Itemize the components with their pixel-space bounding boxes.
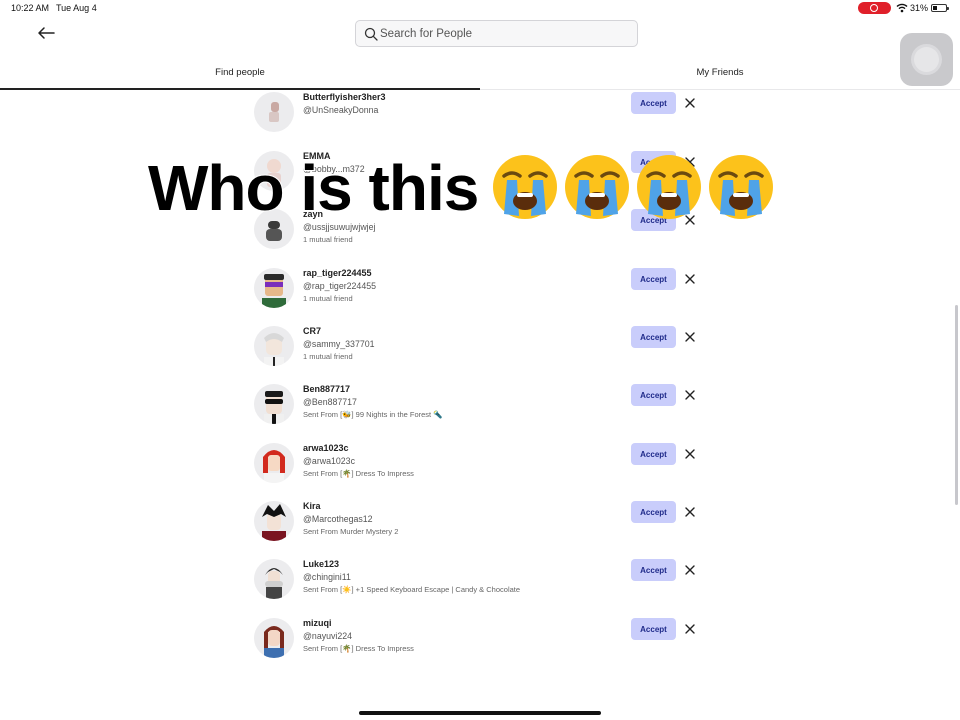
request-source: Sent From [🌴] Dress To Impress: [303, 469, 414, 478]
user-handle: @sammy_337701: [303, 339, 375, 349]
search-bar[interactable]: [355, 20, 638, 47]
loudly-crying-face-icon: [709, 155, 773, 219]
decline-button[interactable]: [681, 270, 699, 288]
user-display-name[interactable]: Luke123: [303, 559, 339, 569]
user-display-name[interactable]: Butterflyisher3her3: [303, 92, 386, 102]
avatar[interactable]: [254, 618, 294, 658]
accept-button[interactable]: Accept: [631, 384, 676, 406]
close-icon: [685, 274, 695, 284]
list-item: arwa1023c @arwa1023c Sent From [🌴] Dress…: [254, 443, 704, 487]
decline-button[interactable]: [681, 386, 699, 404]
tab-my-friends[interactable]: My Friends: [480, 62, 960, 90]
close-icon: [685, 565, 695, 575]
close-icon: [685, 624, 695, 634]
accept-button[interactable]: Accept: [631, 501, 676, 523]
user-display-name[interactable]: arwa1023c: [303, 443, 349, 453]
status-date: Tue Aug 4: [56, 3, 97, 13]
battery-icon: [931, 4, 949, 12]
status-bar: 10:22 AM Tue Aug 4 31%: [0, 0, 960, 16]
search-input[interactable]: [380, 21, 632, 46]
close-icon: [685, 390, 695, 400]
list-item: Ben887717 @Ben887717 Sent From [🐝] 99 Ni…: [254, 384, 704, 428]
battery-percent: 31%: [910, 3, 929, 13]
tab-find-people[interactable]: Find people: [0, 62, 480, 90]
request-source: 1 mutual friend: [303, 235, 353, 244]
request-source: 1 mutual friend: [303, 352, 353, 361]
user-display-name[interactable]: Kira: [303, 501, 321, 511]
user-handle: @rap_tiger224455: [303, 281, 377, 291]
overlay-caption-text: Who is this: [147, 152, 480, 224]
crying-emoji-row: [490, 152, 778, 222]
loudly-crying-face-icon: [493, 155, 557, 219]
list-item: rap_tiger224455 @rap_tiger224455 1 mutua…: [254, 268, 704, 312]
accept-button[interactable]: Accept: [631, 443, 676, 465]
accept-button[interactable]: Accept: [631, 618, 676, 640]
list-item: mizuqi @nayuvi224 Sent From [🌴] Dress To…: [254, 618, 704, 662]
status-time: 10:22 AM: [11, 3, 50, 13]
tab-divider: [480, 89, 960, 90]
avatar[interactable]: [254, 443, 294, 483]
active-tab-underline: [0, 88, 480, 90]
wifi-icon: [896, 3, 908, 13]
avatar[interactable]: [254, 384, 294, 424]
request-source: 1 mutual friend: [303, 294, 353, 303]
decline-button[interactable]: [681, 561, 699, 579]
list-item: Luke123 @chingini11 Sent From [☀️] +1 Sp…: [254, 559, 704, 603]
scrollbar[interactable]: [955, 305, 958, 505]
decline-button[interactable]: [681, 503, 699, 521]
home-indicator[interactable]: [359, 711, 601, 715]
user-handle: @UnSneakyDonna: [303, 105, 379, 115]
decline-button[interactable]: [681, 94, 699, 112]
request-source: Sent From [☀️] +1 Speed Keyboard Escape …: [303, 585, 521, 594]
user-display-name[interactable]: mizuqi: [303, 618, 332, 628]
request-source: Sent From [🌴] Dress To Impress: [303, 644, 414, 653]
request-source: Sent From Murder Mystery 2: [303, 527, 399, 536]
user-display-name[interactable]: CR7: [303, 326, 321, 336]
close-icon: [685, 98, 695, 108]
user-handle: @arwa1023c: [303, 456, 355, 466]
accept-button[interactable]: Accept: [631, 268, 676, 290]
accept-button[interactable]: Accept: [631, 92, 676, 114]
avatar[interactable]: [254, 559, 294, 599]
request-source: Sent From [🐝] 99 Nights in the Forest 🔦: [303, 410, 443, 419]
loudly-crying-face-icon: [565, 155, 629, 219]
accept-button[interactable]: Accept: [631, 326, 676, 348]
user-handle: @Ben887717: [303, 397, 357, 407]
avatar[interactable]: [254, 92, 294, 132]
list-item: Kira @Marcothegas12 Sent From Murder Mys…: [254, 501, 704, 545]
user-handle: @nayuvi224: [303, 631, 353, 641]
tab-bar: Find people My Friends: [0, 62, 960, 90]
list-item: Butterflyisher3her3 @UnSneakyDonna Accep…: [254, 92, 704, 136]
decline-button[interactable]: [681, 328, 699, 346]
screen-record-icon[interactable]: [858, 2, 891, 14]
loudly-crying-face-icon: [637, 155, 701, 219]
arrow-left-icon: [38, 27, 55, 39]
search-icon: [364, 27, 378, 41]
list-item: CR7 @sammy_337701 1 mutual friend Accept: [254, 326, 704, 370]
avatar[interactable]: [254, 326, 294, 366]
overlay-caption: Who is this: [147, 152, 480, 224]
avatar[interactable]: [254, 501, 294, 541]
back-button[interactable]: [34, 22, 58, 44]
user-handle: @chingini11: [303, 572, 351, 582]
decline-button[interactable]: [681, 620, 699, 638]
user-display-name[interactable]: rap_tiger224455: [303, 268, 372, 278]
close-icon: [685, 507, 695, 517]
user-handle: @Marcothegas12: [303, 514, 373, 524]
user-display-name[interactable]: Ben887717: [303, 384, 350, 394]
avatar[interactable]: [254, 268, 294, 308]
close-icon: [685, 449, 695, 459]
decline-button[interactable]: [681, 445, 699, 463]
accept-button[interactable]: Accept: [631, 559, 676, 581]
close-icon: [685, 332, 695, 342]
